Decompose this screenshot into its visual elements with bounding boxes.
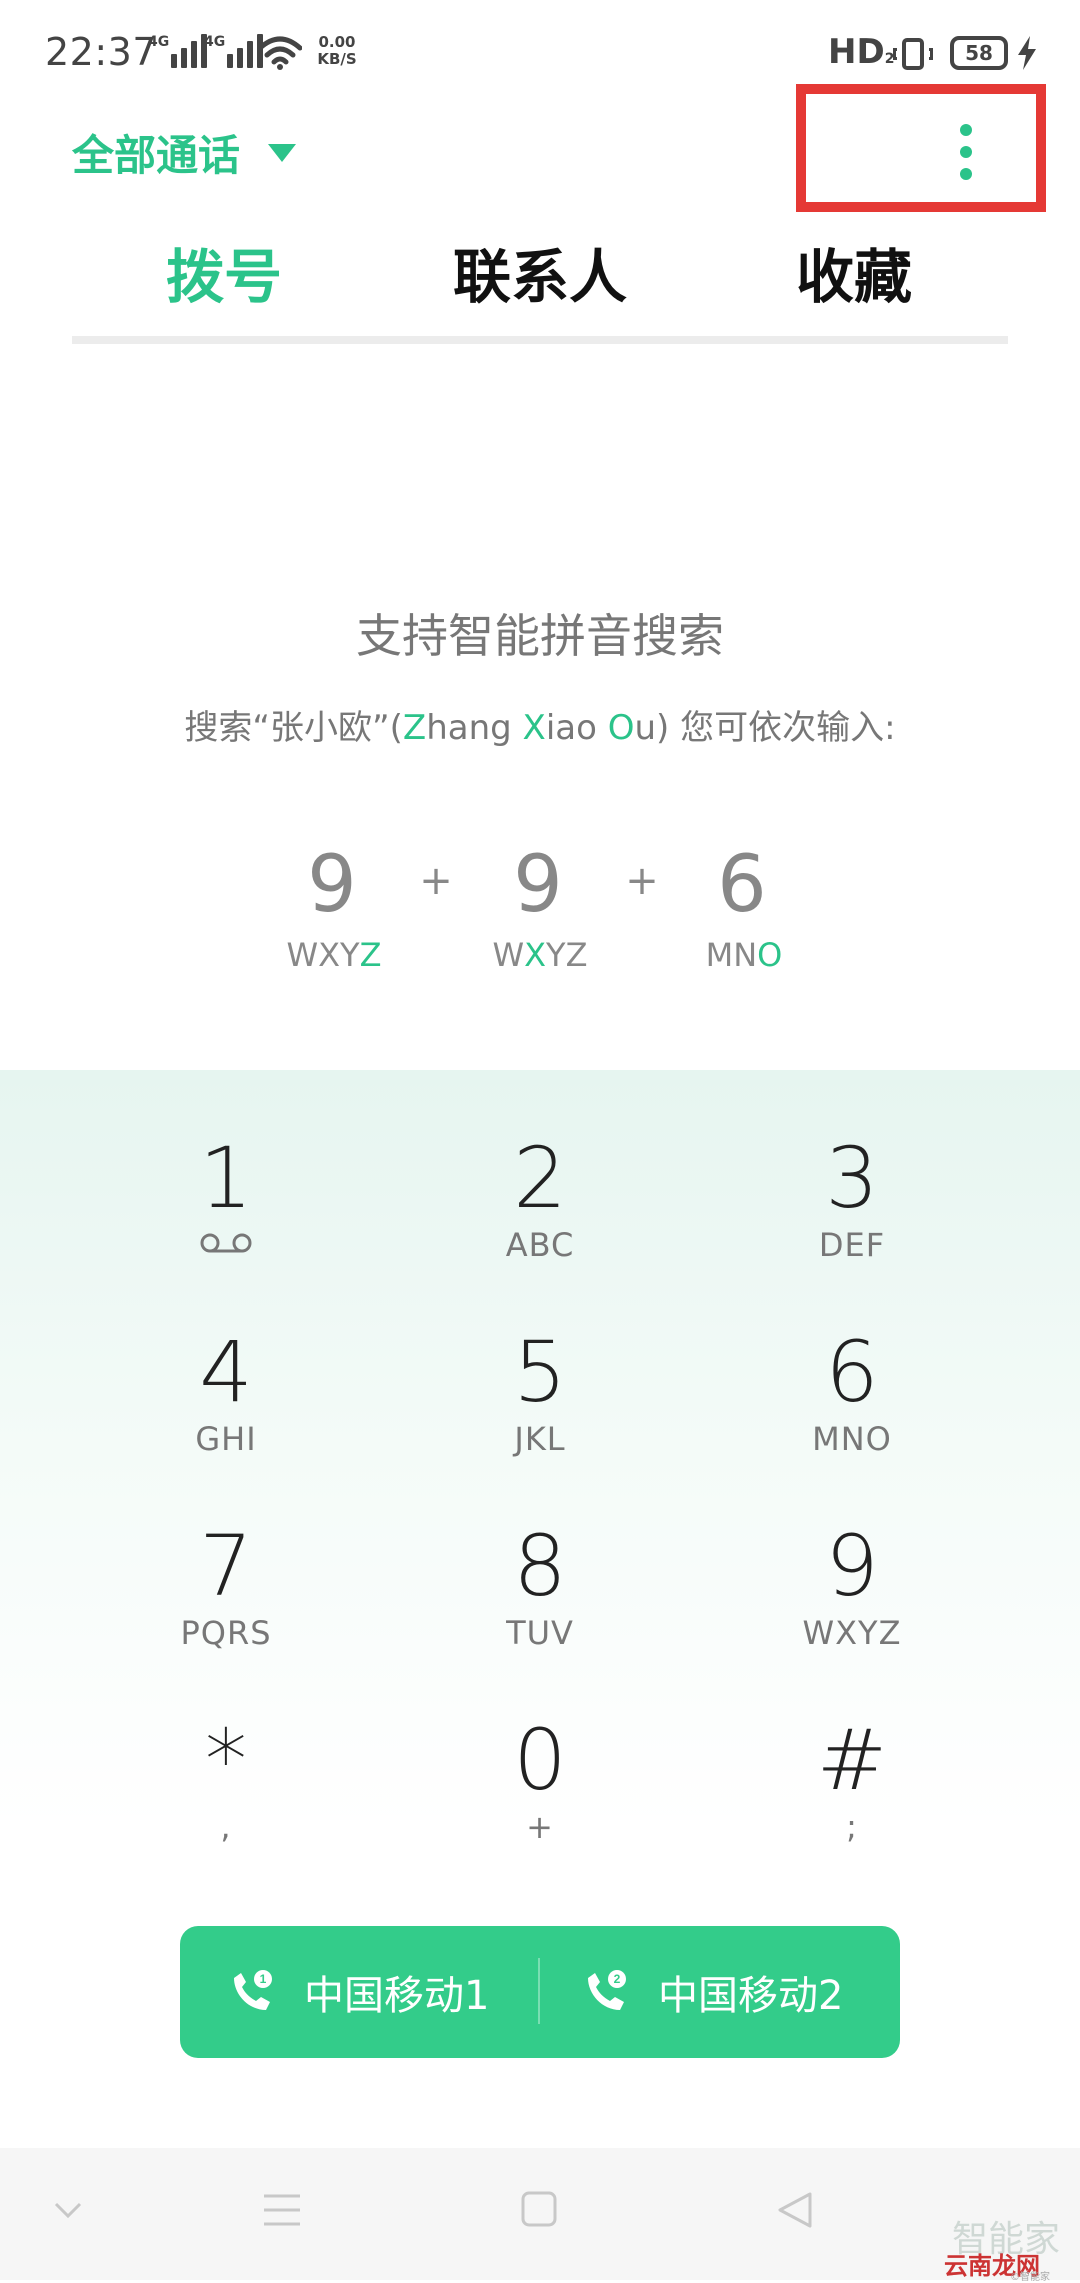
network-type-label: 4G — [148, 34, 170, 50]
vibrate-icon — [893, 38, 933, 70]
example-plus: + — [625, 858, 659, 904]
dial-key-4[interactable]: 4 GHI — [76, 1324, 376, 1504]
call-filter-label: 全部通话 — [72, 131, 241, 180]
dial-key-3[interactable]: 3 DEF — [702, 1130, 1002, 1310]
example-letters: WXYZ — [286, 936, 382, 974]
signal-bars — [171, 34, 208, 68]
call-sim2-button[interactable]: 2 中国移动2 — [582, 1926, 843, 2058]
example-letters: MNO — [705, 936, 783, 974]
example-letters: WXYZ — [492, 936, 588, 974]
call-sim1-button[interactable]: 1 中国移动1 — [228, 1926, 489, 2058]
network-type-label: 4G — [204, 34, 226, 50]
signal-icon-sim1: 4G — [148, 34, 208, 68]
speed-value: 0.00 — [318, 33, 356, 51]
tab-contacts[interactable]: 联系人 — [390, 230, 690, 314]
dial-key-1[interactable]: 1 — [76, 1130, 376, 1310]
dial-key-5[interactable]: 5 JKL — [390, 1324, 690, 1504]
example-digit: 9 — [513, 840, 563, 930]
back-icon[interactable] — [776, 2190, 814, 2230]
example-digit: 6 — [717, 840, 767, 930]
speed-unit: KB/S — [317, 50, 357, 68]
wifi-icon — [258, 36, 302, 70]
status-time: 22:37 — [45, 30, 158, 74]
call-bar-divider — [538, 1958, 540, 2024]
tab-divider — [72, 336, 1008, 344]
signal-icon-sim2: 4G — [204, 34, 264, 68]
sim2-label: 中国移动2 — [658, 1973, 844, 2019]
sim1-label: 中国移动1 — [304, 1973, 490, 2019]
hd-voice-indicator: HD2 — [828, 32, 894, 72]
phone-sim-icon: 1 — [234, 1970, 272, 2010]
call-filter-dropdown[interactable]: 全部通话 — [72, 122, 297, 183]
network-speed: 0.00 KB/S — [312, 34, 362, 68]
dial-key-8[interactable]: 8 TUV — [390, 1518, 690, 1698]
dial-key-hash[interactable]: # ; — [702, 1712, 1002, 1892]
dial-key-2[interactable]: 2 ABC — [390, 1130, 690, 1310]
charging-icon — [1018, 36, 1036, 70]
more-vertical-icon — [960, 124, 972, 136]
dial-key-9[interactable]: 9 WXYZ — [702, 1518, 1002, 1698]
pinyin-search-title: 支持智能拼音搜索 — [356, 609, 724, 663]
more-options-button[interactable] — [944, 124, 988, 180]
phone-sim-icon: 2 — [588, 1970, 626, 2010]
chevron-down-icon[interactable] — [52, 2200, 84, 2220]
dial-key-star[interactable]: * , — [76, 1712, 376, 1892]
voicemail-icon — [200, 1233, 252, 1253]
example-plus: + — [419, 858, 453, 904]
example-digit: 9 — [307, 840, 357, 930]
dial-key-6[interactable]: 6 MNO — [702, 1324, 1002, 1504]
svg-text:1: 1 — [260, 1972, 267, 1986]
menu-icon[interactable] — [262, 2192, 302, 2228]
dial-key-7[interactable]: 7 PQRS — [76, 1518, 376, 1698]
svg-text:2: 2 — [614, 1972, 621, 1986]
dial-key-0[interactable]: 0 + — [390, 1712, 690, 1892]
highlight-annotation-box — [796, 84, 1046, 212]
hd-label: HD — [828, 32, 885, 72]
pinyin-search-description: 搜索“张小欧”(Zhang Xiao Ou) 您可依次输入: — [184, 708, 896, 748]
tab-favorites[interactable]: 收藏 — [704, 230, 1004, 314]
tab-dial[interactable]: 拨号 — [74, 230, 374, 314]
battery-icon: 58 — [950, 36, 1008, 70]
watermark-caption: ©智能家 — [1010, 2272, 1050, 2283]
dropdown-triangle-icon — [268, 143, 297, 162]
home-icon[interactable] — [520, 2190, 558, 2228]
